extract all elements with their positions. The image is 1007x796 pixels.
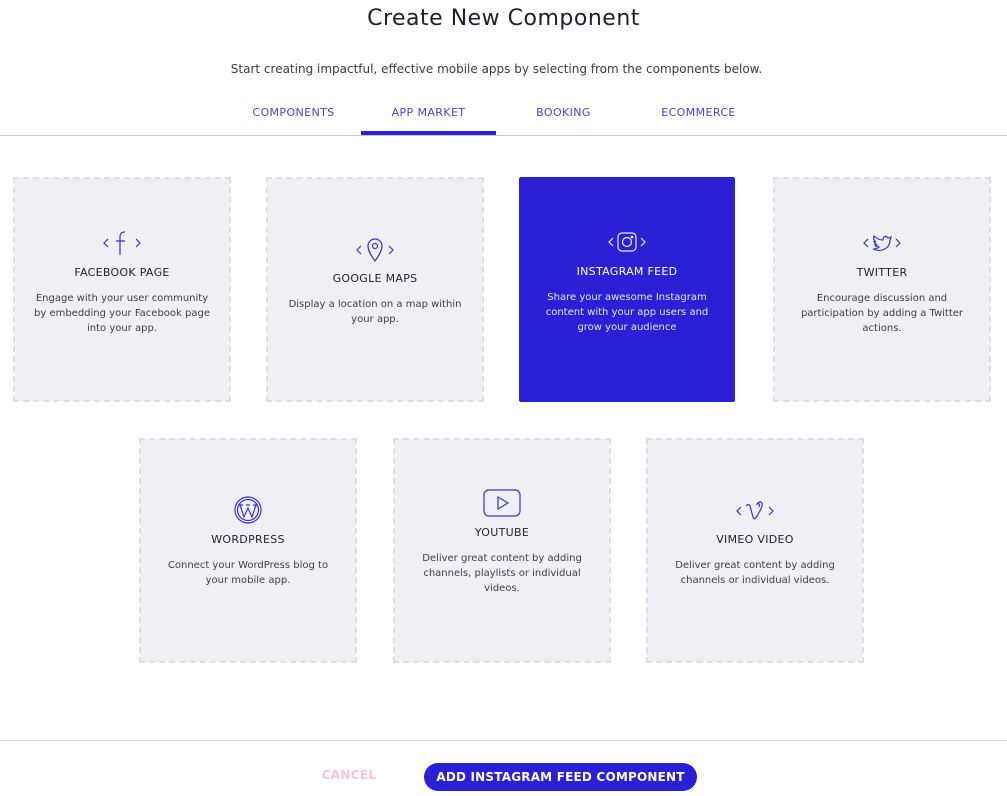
tab-app-market[interactable]: APP MARKET xyxy=(361,96,496,135)
instagram-icon xyxy=(519,227,735,257)
facebook-icon xyxy=(14,228,230,258)
card-description: Encourage discussion and participation b… xyxy=(800,293,964,334)
card-wordpress[interactable]: WORDPRESS Connect your WordPress blog to… xyxy=(139,438,357,663)
wordpress-icon xyxy=(140,495,356,525)
card-description: Share your awesome Instagram content wit… xyxy=(545,292,709,333)
cancel-button[interactable]: CANCEL xyxy=(300,768,398,782)
card-youtube[interactable]: YOUTUBE Deliver great content by adding … xyxy=(393,438,611,663)
add-component-button[interactable]: ADD INSTAGRAM FEED COMPONENT xyxy=(424,763,697,791)
twitter-icon xyxy=(774,228,990,258)
tab-bar: COMPONENTS APP MARKET BOOKING ECOMMERCE xyxy=(226,96,766,135)
card-title: GOOGLE MAPS xyxy=(332,272,418,285)
card-instagram-feed[interactable]: INSTAGRAM FEED Share your awesome Instag… xyxy=(519,177,735,402)
vimeo-icon xyxy=(647,495,863,525)
tabs-divider xyxy=(0,135,1007,136)
page-subtitle: Start creating impactful, effective mobi… xyxy=(230,62,763,76)
card-title: WORDPRESS xyxy=(211,533,285,546)
card-description: Connect your WordPress blog to your mobi… xyxy=(167,560,329,586)
card-title: YOUTUBE xyxy=(474,526,530,539)
card-twitter[interactable]: TWITTER Encourage discussion and partici… xyxy=(773,177,991,402)
card-description: Deliver great content by adding channels… xyxy=(422,553,582,594)
tab-ecommerce[interactable]: ECOMMERCE xyxy=(631,96,766,135)
card-vimeo-video[interactable]: VIMEO VIDEO Deliver great content by add… xyxy=(646,438,864,663)
card-title: INSTAGRAM FEED xyxy=(576,265,678,278)
card-title: FACEBOOK PAGE xyxy=(74,266,170,279)
card-description: Display a location on a map within your … xyxy=(288,299,462,325)
card-description: Engage with your user community by embed… xyxy=(34,293,210,334)
card-google-maps[interactable]: GOOGLE MAPS Display a location on a map … xyxy=(266,177,484,402)
footer-divider xyxy=(0,740,1007,741)
create-component-dialog: Create New Component Start creating impa… xyxy=(0,0,1007,796)
map-pin-icon xyxy=(267,234,483,264)
youtube-icon xyxy=(394,488,610,518)
card-facebook-page[interactable]: FACEBOOK PAGE Engage with your user comm… xyxy=(13,177,231,402)
card-title: TWITTER xyxy=(856,266,908,279)
card-description: Deliver great content by adding channels… xyxy=(675,560,835,586)
tab-booking[interactable]: BOOKING xyxy=(496,96,631,135)
tab-components[interactable]: COMPONENTS xyxy=(226,96,361,135)
card-title: VIMEO VIDEO xyxy=(716,533,794,546)
page-title: Create New Component xyxy=(367,6,640,31)
